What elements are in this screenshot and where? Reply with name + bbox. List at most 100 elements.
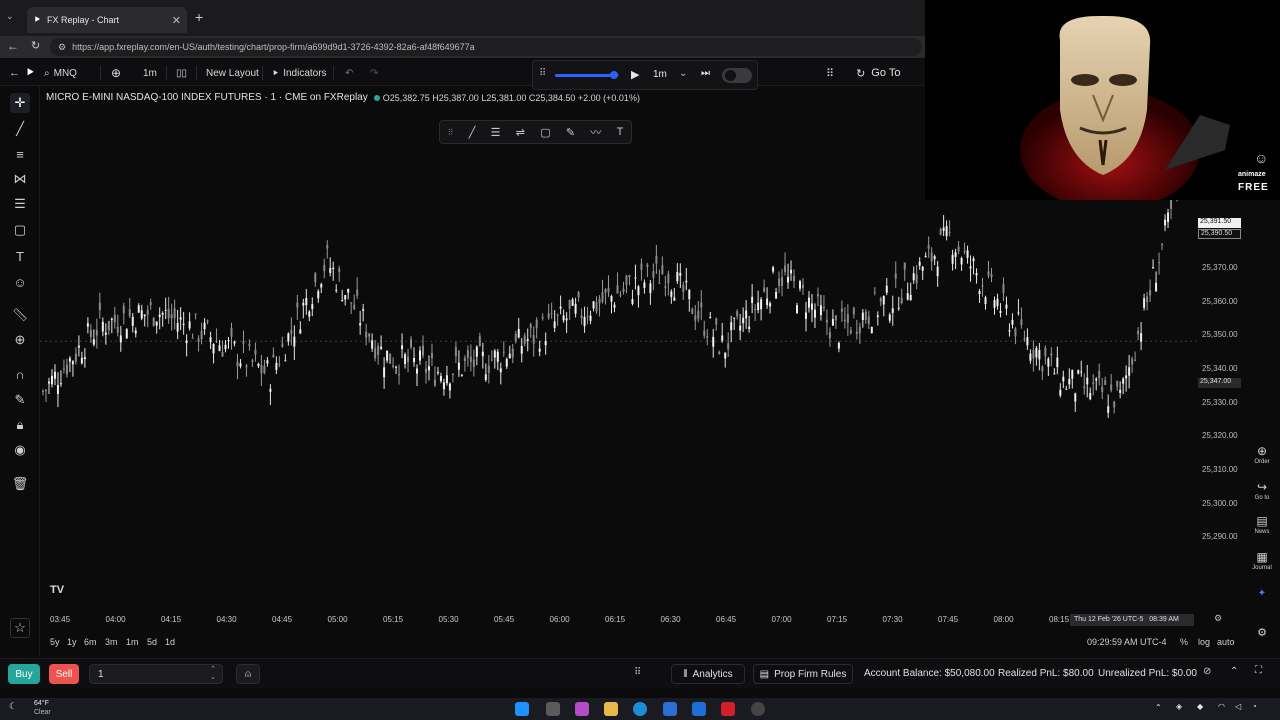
range-1d[interactable]: 1d — [165, 637, 175, 647]
range-3m[interactable]: 3m — [105, 637, 118, 647]
zoom-icon[interactable]: ⊕ — [10, 330, 30, 350]
trash-icon[interactable]: 🗑︎ — [10, 474, 30, 494]
drag-handle-icon[interactable]: ⠿ — [539, 68, 546, 79]
parallel-tool-icon[interactable]: ⇌ — [516, 126, 525, 139]
analytics-button[interactable]: ⫴ Analytics — [671, 664, 745, 684]
symbol-search[interactable]: ⌕ MNQ — [44, 60, 77, 86]
ai-sparkle-icon[interactable]: ✦ — [1244, 588, 1280, 599]
range-1m[interactable]: 1m — [126, 637, 139, 647]
emoji-icon[interactable]: ☺ — [10, 272, 30, 292]
edge-browser-icon[interactable] — [633, 702, 647, 716]
text-tool-icon[interactable]: T — [617, 126, 624, 138]
indicators-button[interactable]: ⯈ Indicators — [272, 60, 327, 86]
new-layout-button[interactable]: New Layout — [206, 60, 259, 86]
quantity-stepper[interactable]: 1 ⌃ ⌄ — [89, 664, 223, 684]
back-arrow-icon[interactable]: ← — [7, 39, 19, 53]
candle-body — [637, 286, 640, 296]
visibility-icon[interactable]: ◉ — [10, 440, 30, 460]
candle-body — [487, 365, 490, 373]
volume-icon[interactable]: ◁ — [1235, 702, 1241, 711]
wifi-icon[interactable]: ◠ — [1218, 702, 1225, 711]
url-field[interactable]: ⚙ https://app.fxreplay.com/en-US/auth/te… — [50, 38, 922, 56]
goto-panel-button[interactable]: ↪ Go to — [1244, 480, 1280, 501]
buy-button[interactable]: Buy — [8, 664, 40, 684]
brush-tool-icon[interactable]: ✎ — [566, 126, 575, 139]
range-5d[interactable]: 5d — [147, 637, 157, 647]
tray-chevron-icon[interactable]: ⌃ — [1155, 703, 1162, 712]
range-6m[interactable]: 6m — [84, 637, 97, 647]
channel-tool-icon[interactable]: ☰ — [491, 126, 501, 139]
range-1y[interactable]: 1y — [67, 637, 77, 647]
news-button[interactable]: ▤ News — [1244, 514, 1280, 535]
sell-button[interactable]: Sell — [49, 664, 79, 684]
tab-list-icon[interactable]: ⌄ — [6, 11, 14, 22]
tradingview-logo-icon[interactable]: TV — [50, 584, 64, 596]
horizontal-lines-icon[interactable]: ≡ — [10, 144, 30, 164]
magnet-icon[interactable]: ∩ — [10, 364, 30, 384]
obs-icon[interactable] — [751, 702, 765, 716]
line-tool-icon[interactable]: ╱ — [469, 126, 476, 139]
settings-gear-icon[interactable]: ⚙ — [1244, 626, 1280, 639]
percent-toggle[interactable]: % — [1180, 637, 1188, 647]
rectangle-icon[interactable]: ▢ — [10, 220, 30, 240]
video-app-icon[interactable] — [721, 702, 735, 716]
prop-firm-rules-button[interactable]: ▤ Prop Firm Rules — [753, 664, 853, 684]
close-tab-icon[interactable]: ✕ — [172, 14, 181, 27]
ruler-icon[interactable]: 📏︎ — [10, 305, 30, 325]
journal-button[interactable]: ▦ Journal — [1244, 550, 1280, 571]
crosshair-icon[interactable]: ✛ — [10, 93, 30, 113]
fullscreen-icon[interactable]: ⛶ — [1255, 665, 1262, 676]
site-info-icon[interactable]: ⚙ — [58, 42, 66, 53]
go-to-button[interactable]: ⠿ ↻ Go To — [826, 60, 924, 86]
draw-mode-icon[interactable]: ✎ — [10, 390, 30, 410]
start-menu-icon[interactable] — [515, 702, 529, 716]
task-view-icon[interactable] — [546, 702, 560, 716]
candle-body — [715, 318, 718, 325]
compare-add-icon[interactable]: ⊕ — [111, 60, 121, 86]
text-icon[interactable]: T — [10, 246, 30, 266]
interval-button[interactable]: 1m — [143, 60, 157, 86]
chevron-up-icon[interactable]: ⌃ — [1230, 666, 1238, 677]
drag-handle-icon[interactable]: ⠿ — [448, 128, 454, 137]
fib-icon[interactable]: ☰ — [10, 194, 30, 214]
redo-icon[interactable]: ↷ — [370, 60, 378, 86]
file-explorer-icon[interactable] — [604, 702, 618, 716]
play-icon[interactable]: ▶ — [631, 68, 639, 81]
chevron-down-icon[interactable]: ⌄ — [679, 68, 687, 79]
auto-toggle[interactable]: auto — [1217, 637, 1235, 647]
replay-speed-slider[interactable] — [555, 71, 619, 79]
box-tool-icon[interactable]: ▢ — [540, 126, 550, 139]
range-5y[interactable]: 5y — [50, 637, 60, 647]
mail-icon[interactable] — [692, 702, 706, 716]
pattern-icon[interactable]: ⋈ — [10, 169, 30, 189]
undo-icon[interactable]: ↶ — [345, 60, 353, 86]
path-tool-icon[interactable]: 〰 — [590, 124, 601, 140]
log-toggle[interactable]: log — [1198, 637, 1210, 647]
back-icon[interactable]: ← — [9, 60, 20, 86]
grid-menu-icon[interactable]: ⠿ — [634, 667, 641, 678]
new-tab-icon[interactable]: + — [195, 9, 203, 25]
reload-icon[interactable]: ↻ — [31, 39, 40, 52]
replay-toggle[interactable] — [722, 68, 752, 83]
grid-icon[interactable]: ⠿ — [826, 67, 834, 80]
order-button[interactable]: ⊕ Order — [1244, 444, 1280, 465]
step-forward-icon[interactable]: ⏭ — [701, 68, 710, 79]
bell-icon[interactable]: ⍝ — [236, 664, 260, 684]
lock-icon[interactable]: 🔒︎ — [10, 415, 30, 435]
tray-app-icon[interactable]: ◈ — [1176, 702, 1182, 711]
time-settings-icon[interactable]: ⚙ — [1214, 613, 1222, 624]
browser-tab[interactable]: ⯈ FX Replay - Chart ✕ — [27, 7, 187, 33]
replay-speed-label[interactable]: 1m — [653, 69, 667, 80]
fxreplay-logo-icon[interactable]: ⯈ — [25, 60, 35, 86]
hide-eye-icon[interactable]: ⊘ — [1203, 666, 1211, 677]
time-axis[interactable]: 03:45 04:00 04:15 04:30 04:45 05:00 05:15 05:30… — [40, 612, 1197, 628]
copilot-icon[interactable] — [575, 702, 589, 716]
candle-type-icon[interactable]: ▯▯ — [176, 60, 187, 86]
favorites-star-icon[interactable]: ☆ — [10, 618, 30, 638]
store-icon[interactable] — [663, 702, 677, 716]
tray-app2-icon[interactable]: ◆ — [1197, 702, 1203, 711]
trend-line-icon[interactable]: ╱ — [10, 119, 30, 139]
stepper-arrows-icon[interactable]: ⌃ ⌄ — [210, 666, 216, 682]
candle-body — [146, 309, 149, 315]
notification-bell-icon[interactable]: ◔ — [1252, 702, 1257, 711]
